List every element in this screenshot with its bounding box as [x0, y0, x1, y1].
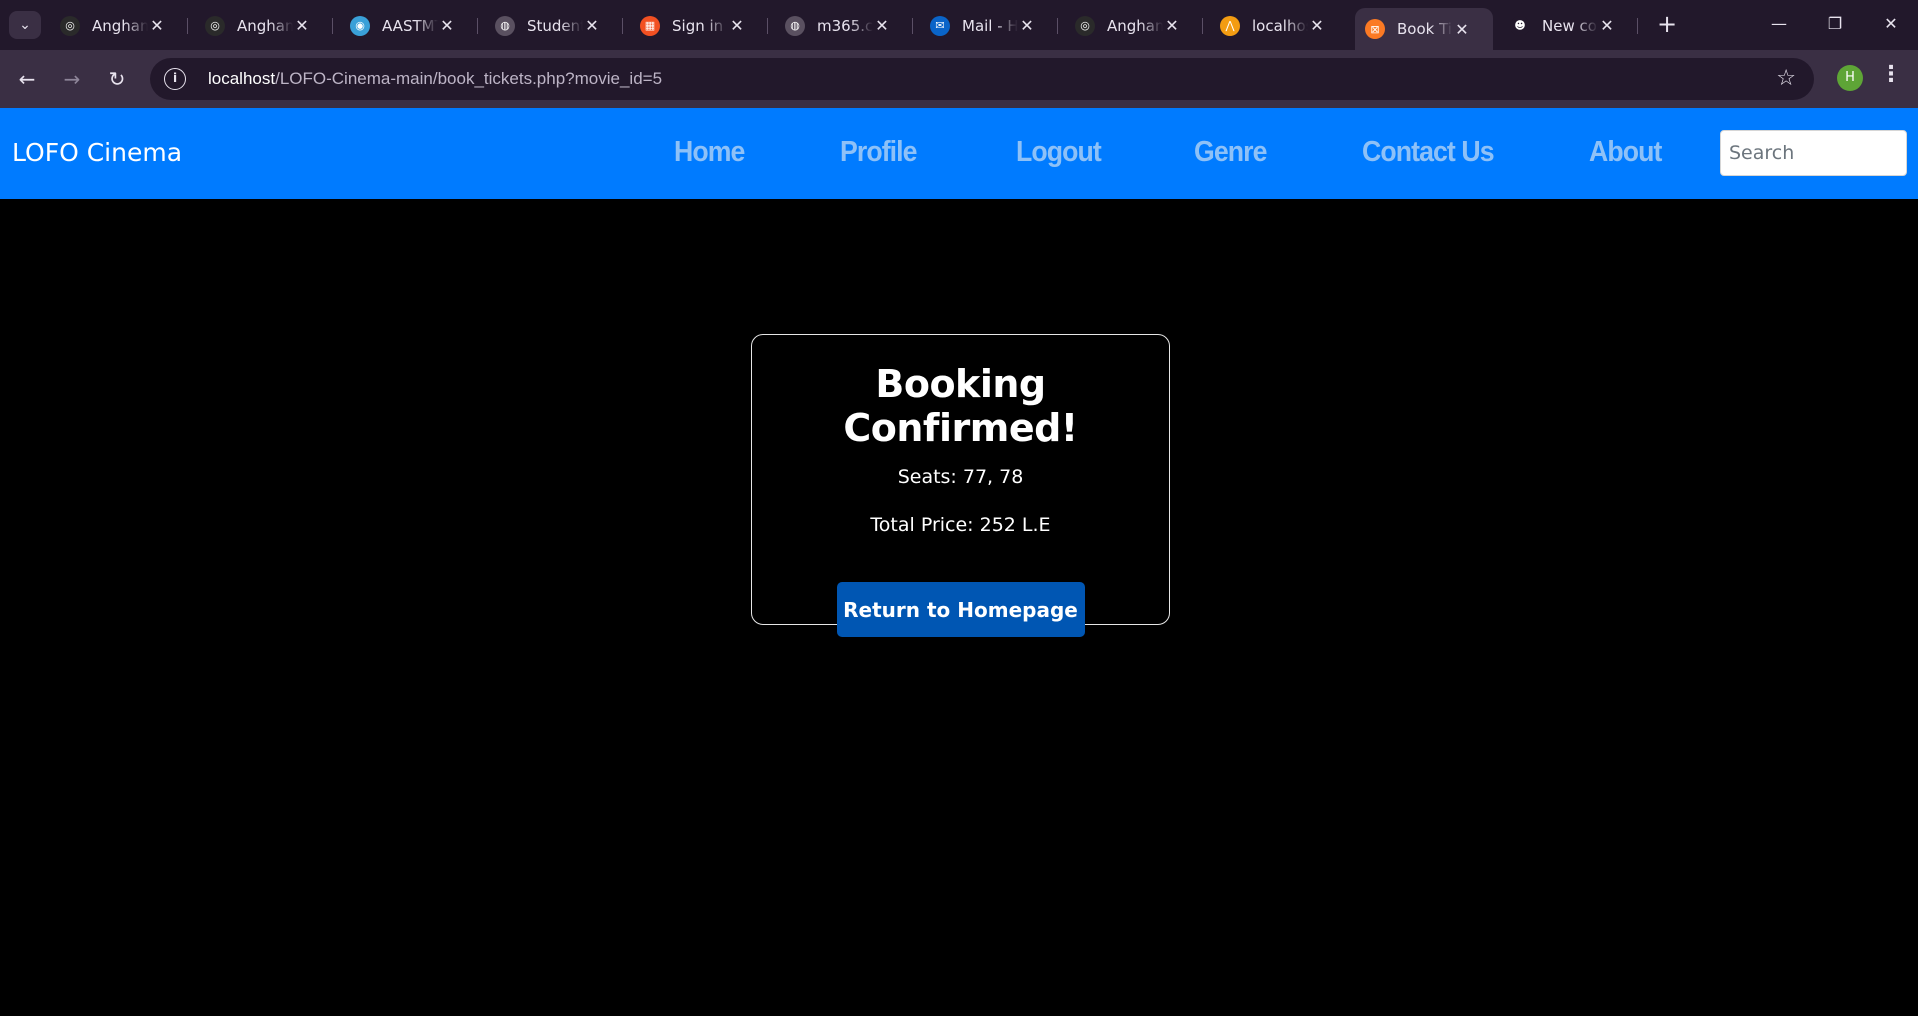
- globe-icon: ◍: [785, 15, 805, 36]
- tab-close-icon[interactable]: ✕: [1453, 20, 1471, 39]
- microsoft-icon: ▦: [640, 15, 660, 36]
- tab-title: Student: [527, 16, 583, 35]
- tab-separator: [332, 18, 333, 34]
- tab-close-icon[interactable]: ✕: [438, 16, 456, 35]
- tab-separator: [1637, 18, 1638, 34]
- browser-tab[interactable]: ✉ Mail - Ha✕: [920, 9, 1058, 42]
- tab-title: m365.cloud: [817, 16, 873, 35]
- tab-separator: [187, 18, 188, 34]
- tab-close-icon[interactable]: ✕: [148, 16, 166, 35]
- browser-tab[interactable]: ◍ Student ✕: [485, 9, 623, 42]
- site-info-icon[interactable]: i: [164, 68, 186, 90]
- nav-about-link[interactable]: About: [1589, 136, 1662, 169]
- nav-home-link[interactable]: Home: [674, 136, 745, 169]
- xampp-icon: ⊠: [1365, 19, 1385, 39]
- restore-icon[interactable]: ❐: [1812, 6, 1858, 42]
- search-input[interactable]: [1720, 130, 1907, 176]
- tab-separator: [912, 18, 913, 34]
- url-text[interactable]: localhost/LOFO-Cinema-main/book_tickets.…: [208, 69, 662, 89]
- tab-close-icon[interactable]: ✕: [873, 16, 891, 35]
- aastmt-icon: ◉: [350, 15, 370, 36]
- back-arrow-icon[interactable]: ←: [11, 63, 43, 95]
- xampp-icon: ⋀: [1220, 15, 1240, 36]
- browser-tab[interactable]: ☻ New con✕: [1500, 9, 1638, 42]
- browser-tab[interactable]: ◉ AASTMT ✕: [340, 9, 478, 42]
- forward-arrow-icon[interactable]: →: [56, 63, 88, 95]
- tab-close-icon[interactable]: ✕: [1308, 16, 1326, 35]
- close-window-icon[interactable]: ✕: [1868, 6, 1914, 42]
- browser-tab[interactable]: ◍ m365.cloud✕: [775, 9, 913, 42]
- tab-title: Sign in to: [672, 16, 728, 35]
- nav-logout-link[interactable]: Logout: [1016, 136, 1102, 169]
- tab-title: Mail - Ha: [962, 16, 1018, 35]
- return-home-button[interactable]: Return to Homepage: [836, 582, 1085, 637]
- confirmation-heading: Booking Confirmed!: [843, 362, 1078, 450]
- total-price-text: Total Price: 252 L.E: [870, 514, 1051, 536]
- tab-title: Book Tickets: [1397, 20, 1453, 38]
- new-tab-button[interactable]: +: [1652, 10, 1682, 40]
- tab-close-icon[interactable]: ✕: [583, 16, 601, 35]
- anghami-icon: ◎: [1075, 15, 1095, 36]
- bookmark-star-icon[interactable]: ☆: [1776, 66, 1796, 91]
- browser-tab[interactable]: ◎ Anghami✕: [50, 9, 188, 42]
- browser-tab[interactable]: ⊠ Book Tickets✕: [1355, 8, 1493, 50]
- tab-title: New con: [1542, 16, 1598, 35]
- tab-close-icon[interactable]: ✕: [1018, 16, 1036, 35]
- site-navbar: LOFO Cinema Home Profile Logout Genre Co…: [0, 108, 1918, 199]
- nav-contact-link[interactable]: Contact Us: [1362, 136, 1495, 169]
- seats-text: Seats: 77, 78: [897, 466, 1024, 488]
- tab-title: Anghami: [92, 16, 148, 35]
- tab-close-icon[interactable]: ✕: [1163, 16, 1181, 35]
- tab-title: AASTMT: [382, 16, 438, 35]
- browser-tab[interactable]: ⋀ localhost✕: [1210, 9, 1348, 42]
- nav-profile-link[interactable]: Profile: [840, 136, 918, 169]
- tab-separator: [767, 18, 768, 34]
- tab-search-chevron-icon[interactable]: ⌄: [9, 11, 41, 39]
- tab-separator: [1057, 18, 1058, 34]
- tab-separator: [622, 18, 623, 34]
- tab-close-icon[interactable]: ✕: [293, 16, 311, 35]
- address-bar[interactable]: i localhost/LOFO-Cinema-main/book_ticket…: [150, 58, 1814, 100]
- tab-title: Anghami: [1107, 16, 1163, 35]
- anghami-icon: ◎: [205, 15, 225, 36]
- tab-separator: [477, 18, 478, 34]
- browser-tab[interactable]: ▦ Sign in to✕: [630, 9, 768, 42]
- browser-tab[interactable]: ◎ Anghami✕: [195, 9, 333, 42]
- reload-icon[interactable]: ↻: [101, 63, 133, 95]
- browser-toolbar: ← → ↻ i localhost/LOFO-Cinema-main/book_…: [0, 50, 1918, 108]
- tab-separator: [1202, 18, 1203, 34]
- anghami-icon: ◎: [60, 15, 80, 36]
- tab-close-icon[interactable]: ✕: [728, 16, 746, 35]
- tab-title: Anghami: [237, 16, 293, 35]
- browser-menu-icon[interactable]: ⋮: [1880, 62, 1902, 87]
- booking-confirmation-card: Booking Confirmed! Seats: 77, 78 Total P…: [751, 334, 1170, 637]
- copilot-icon: ☻: [1510, 15, 1530, 36]
- globe-icon: ◍: [495, 15, 515, 36]
- minimize-icon[interactable]: —: [1756, 6, 1802, 42]
- tab-close-icon[interactable]: ✕: [1598, 16, 1616, 35]
- tab-strip: ⌄ ◎Anghami✕◎Anghami✕◉AASTMT✕◍Student✕▦Si…: [0, 0, 1918, 50]
- tab-title: localhost: [1252, 16, 1308, 35]
- outlook-icon: ✉: [930, 15, 950, 36]
- browser-tab[interactable]: ◎ Anghami✕: [1065, 9, 1203, 42]
- profile-avatar[interactable]: H: [1837, 65, 1863, 91]
- brand-logo[interactable]: LOFO Cinema: [12, 138, 182, 167]
- nav-genre-link[interactable]: Genre: [1194, 136, 1267, 169]
